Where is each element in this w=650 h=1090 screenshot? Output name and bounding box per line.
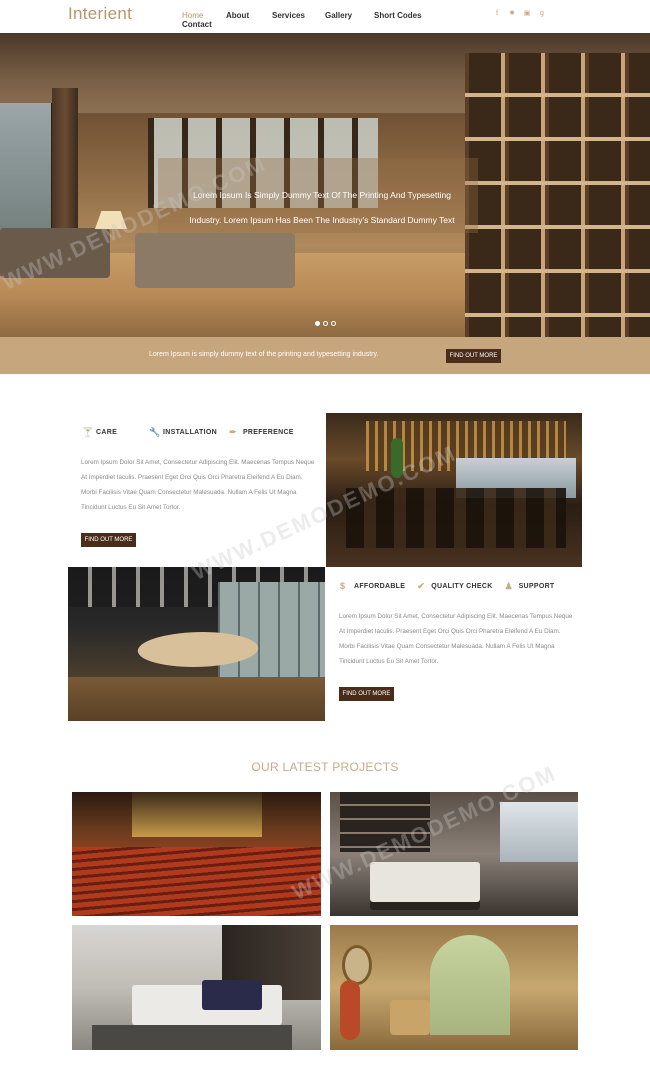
- hero-sofa-center: [135, 233, 295, 288]
- social-links: f ✹ ▣ g: [493, 10, 546, 18]
- lounge-plant: [340, 980, 360, 1040]
- wrench-icon: 🔧: [149, 427, 161, 437]
- nav-services[interactable]: Services: [272, 11, 305, 20]
- feature-preference: ✒ PREFERENCE: [229, 427, 294, 437]
- feature-2-find-out-more-button[interactable]: FIND OUT MORE: [339, 687, 394, 701]
- feature-support-label: SUPPORT: [518, 582, 555, 590]
- hero-lamp: [95, 211, 127, 229]
- feature-quality-check-label: QUALITY CHECK: [431, 582, 493, 590]
- feature-row-1: 🍸 CARE 🔧 INSTALLATION ✒ PREFERENCE: [82, 427, 306, 437]
- cocktail-icon: 🍸: [82, 427, 94, 437]
- bedroom-2-throw: [202, 980, 262, 1010]
- instagram-icon[interactable]: ▣: [523, 10, 531, 18]
- brush-icon: ✒: [228, 427, 237, 437]
- project-lounge-image[interactable]: [330, 925, 578, 1050]
- site-logo[interactable]: Interient: [68, 4, 132, 24]
- feature-support: ♟ SUPPORT: [505, 581, 555, 591]
- facebook-icon[interactable]: f: [493, 10, 501, 18]
- theater-seats: [72, 847, 321, 916]
- lounge-arch: [430, 935, 510, 1035]
- feature-1-description: Lorem Ipsum Dolor Sit Amet, Consectetur …: [81, 459, 315, 511]
- conference-floor: [68, 677, 325, 721]
- feature-installation: 🔧 INSTALLATION: [149, 427, 217, 437]
- dollar-icon: $: [340, 581, 346, 591]
- user-icon: ♟: [504, 581, 513, 591]
- hero-slider: Lorem Ipsum Is Simply Dummy Text Of The …: [0, 33, 650, 337]
- slider-dot-2[interactable]: [323, 321, 328, 326]
- nav-gallery[interactable]: Gallery: [325, 11, 352, 20]
- check-icon: ✔: [417, 581, 426, 591]
- google-plus-icon[interactable]: g: [538, 10, 546, 18]
- feature-row-2: $ AFFORDABLE ✔ QUALITY CHECK ♟ SUPPORT: [340, 581, 567, 591]
- bedroom-shelf: [340, 792, 430, 852]
- feature-2-description: Lorem Ipsum Dolor Sit Amet, Consectetur …: [339, 613, 573, 665]
- nav-short-codes[interactable]: Short Codes: [374, 11, 422, 20]
- feature-affordable-label: AFFORDABLE: [354, 582, 406, 590]
- feature-preference-label: PREFERENCE: [242, 428, 294, 436]
- restaurant-tables: [346, 488, 566, 548]
- projects-title: OUR LATEST PROJECTS: [251, 760, 399, 774]
- slider-dot-3[interactable]: [331, 321, 336, 326]
- nav-contact[interactable]: Contact: [182, 20, 212, 29]
- feature-quality-check: ✔ QUALITY CHECK: [417, 581, 492, 591]
- slider-dots: [315, 321, 336, 326]
- main-nav: Home About Services Gallery Short Codes …: [182, 10, 472, 32]
- project-theater-image[interactable]: [72, 792, 321, 916]
- feature-1-find-out-more-button[interactable]: FIND OUT MORE: [81, 533, 136, 547]
- promo-banner: Lorem Ipsum is simply dummy text of the …: [0, 337, 650, 374]
- feature-affordable: $ AFFORDABLE: [340, 581, 405, 591]
- feature-care: 🍸 CARE: [82, 427, 117, 437]
- theater-stage: [132, 792, 262, 837]
- banner-text: Lorem Ipsum is simply dummy text of the …: [149, 351, 379, 358]
- site-header: Interient Home About Services Gallery Sh…: [0, 0, 650, 33]
- hero-caption: Lorem Ipsum Is Simply Dummy Text Of The …: [172, 183, 472, 233]
- restaurant-plant: [391, 438, 403, 478]
- conference-room-image: [68, 567, 325, 721]
- feature-care-label: CARE: [96, 428, 118, 436]
- bedroom-2-rug: [92, 1025, 292, 1050]
- restaurant-image: [326, 413, 582, 567]
- banner-find-out-more-button[interactable]: FIND OUT MORE: [446, 349, 501, 363]
- bedroom-bed: [370, 862, 480, 902]
- nav-about[interactable]: About: [226, 11, 249, 20]
- project-bedroom-image[interactable]: [330, 792, 578, 916]
- lounge-chair: [390, 1000, 430, 1035]
- nav-home[interactable]: Home: [182, 11, 203, 20]
- hero-caption-line-1: Lorem Ipsum Is Simply Dummy Text Of The …: [193, 190, 451, 200]
- bedroom-window: [500, 802, 578, 862]
- hero-caption-line-2: Industry. Lorem Ipsum Has Been The Indus…: [189, 215, 455, 225]
- hero-sofa: [0, 228, 110, 278]
- slider-dot-1[interactable]: [315, 321, 320, 326]
- lounge-mirror: [342, 945, 372, 985]
- hero-shelves: [465, 53, 650, 337]
- feature-installation-label: INSTALLATION: [163, 428, 217, 436]
- twitter-icon[interactable]: ✹: [508, 10, 516, 18]
- project-bedroom-2-image[interactable]: [72, 925, 321, 1050]
